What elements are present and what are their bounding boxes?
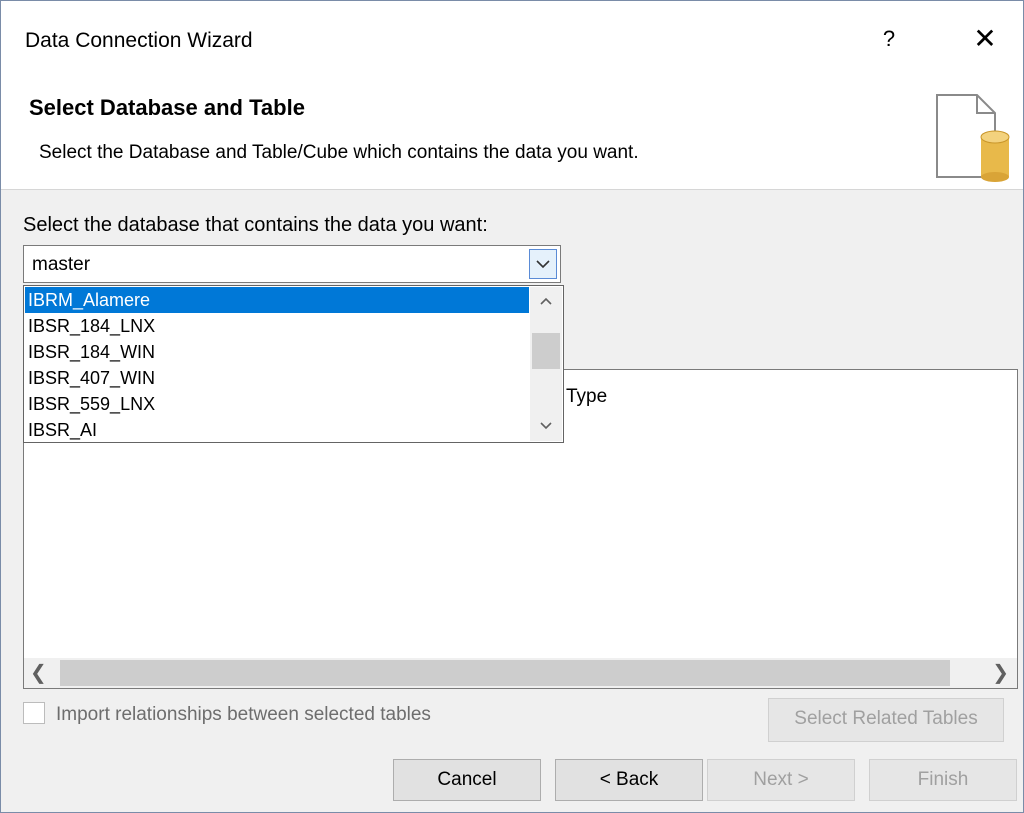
select-related-tables-button[interactable]: Select Related Tables: [768, 698, 1004, 742]
close-icon[interactable]: ✕: [963, 19, 1007, 59]
wizard-dialog: Data Connection Wizard ? ✕ Select Databa…: [0, 0, 1024, 813]
scrollbar-thumb[interactable]: [60, 660, 950, 686]
finish-button[interactable]: Finish: [869, 759, 1017, 801]
database-select[interactable]: master: [23, 245, 561, 283]
dropdown-option[interactable]: IBSR_184_WIN: [25, 339, 529, 365]
dropdown-option[interactable]: IBSR_AI: [25, 417, 529, 443]
scroll-down-icon[interactable]: [530, 413, 562, 439]
next-button[interactable]: Next >: [707, 759, 855, 801]
page-subtitle: Select the Database and Table/Cube which…: [39, 142, 639, 163]
window-title: Data Connection Wizard: [25, 29, 253, 52]
dropdown-option[interactable]: IBSR_407_WIN: [25, 365, 529, 391]
dropdown-option[interactable]: IBRM_Alamere: [25, 287, 529, 313]
import-relationships-label: Import relationships between selected ta…: [56, 704, 431, 725]
database-label: Select the database that contains the da…: [23, 214, 488, 236]
import-relationships-checkbox[interactable]: [23, 702, 45, 724]
wizard-header: Select Database and Table Select the Dat…: [1, 81, 1023, 190]
help-icon[interactable]: ?: [869, 19, 909, 59]
chevron-down-icon[interactable]: [529, 249, 557, 279]
page-title: Select Database and Table: [29, 95, 305, 120]
cancel-button[interactable]: Cancel: [393, 759, 541, 801]
scroll-up-icon[interactable]: [530, 289, 562, 315]
dropdown-option[interactable]: IBSR_184_LNX: [25, 313, 529, 339]
scrollbar-thumb[interactable]: [532, 333, 560, 369]
title-bar: Data Connection Wizard ? ✕: [1, 1, 1023, 81]
database-select-value: master: [32, 254, 91, 275]
back-button[interactable]: < Back: [555, 759, 703, 801]
dropdown-option[interactable]: IBSR_559_LNX: [25, 391, 529, 417]
database-document-icon: [936, 94, 1010, 182]
scroll-right-icon[interactable]: ❯: [992, 660, 1009, 685]
scroll-left-icon[interactable]: ❮: [30, 660, 47, 685]
database-dropdown-list[interactable]: IBRM_Alamere IBSR_184_LNX IBSR_184_WIN I…: [23, 285, 564, 443]
horizontal-scrollbar[interactable]: ❮ ❯: [24, 658, 1017, 688]
type-column-header[interactable]: Type: [566, 386, 607, 408]
vertical-scrollbar[interactable]: [530, 287, 562, 441]
